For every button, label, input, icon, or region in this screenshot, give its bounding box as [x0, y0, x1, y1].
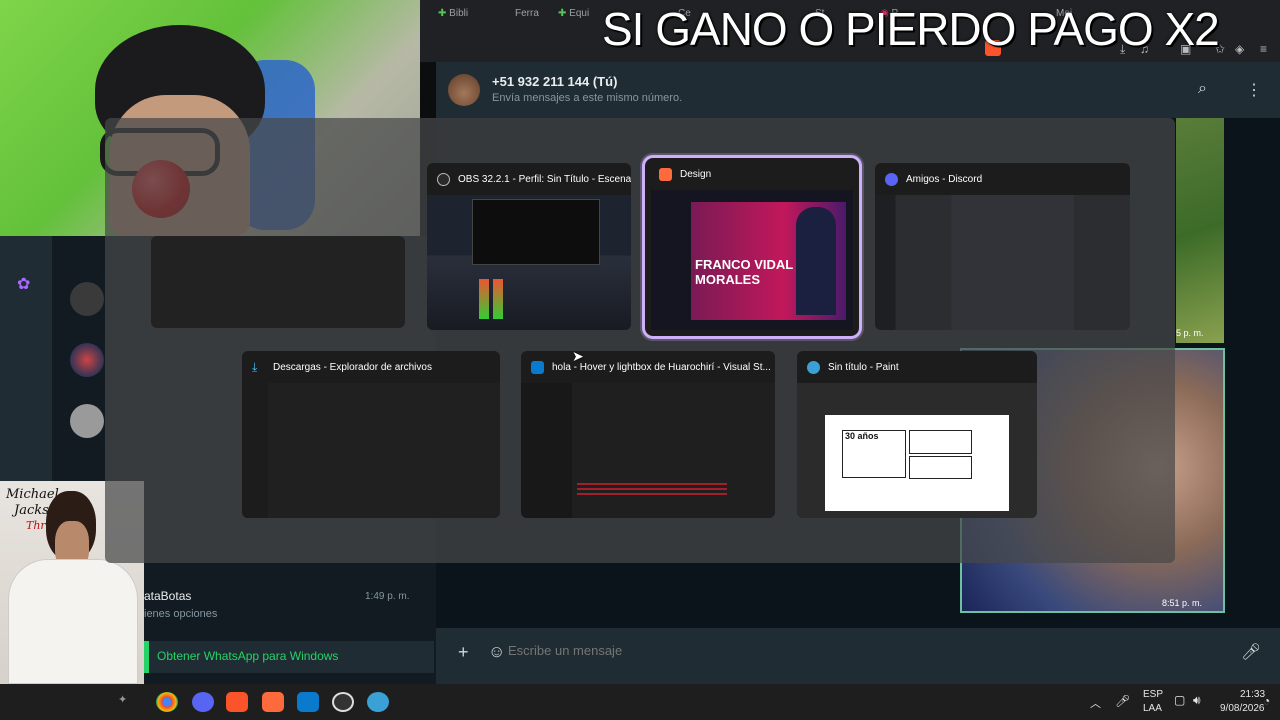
paint-icon[interactable]: [367, 692, 389, 712]
window-card-obs[interactable]: OBS 32.2.1 - Perfil: Sin Título - Escena…: [427, 163, 631, 330]
window-title: Descargas - Explorador de archivos: [273, 361, 432, 373]
obs-preview-scene: [472, 199, 600, 265]
slide-headline: FRANCO VIDAL MORALES: [695, 257, 793, 287]
window-preview: [427, 195, 631, 330]
avatar[interactable]: [70, 282, 104, 316]
chat-header[interactable]: +51 932 211 144 (Tú) Envía mensajes a es…: [436, 62, 1280, 118]
tab-equi[interactable]: ✚ Equi: [558, 8, 589, 26]
window-thumbnail-partial[interactable]: [151, 236, 405, 328]
chat-name[interactable]: ataBotas: [144, 589, 191, 603]
chat-time: 1:49 p. m.: [365, 591, 410, 602]
drawn-rectangle: [909, 456, 972, 479]
canva-icon[interactable]: [262, 692, 284, 712]
window-title: OBS 32.2.1 - Perfil: Sin Título - Escena…: [458, 173, 631, 185]
tab-bibli[interactable]: ✚ Bibli: [438, 8, 468, 26]
language-indicator[interactable]: ESP: [1143, 689, 1163, 700]
clock-date[interactable]: 9/08/2026: [1220, 703, 1265, 714]
chrome-icon[interactable]: [156, 692, 178, 712]
window-caption: hola - Hover y lightbox de Huarochirí - …: [521, 351, 775, 383]
brave-icon[interactable]: [226, 692, 248, 712]
audio-meter: [493, 279, 503, 319]
vscode-icon[interactable]: [297, 692, 319, 712]
notifications-icon[interactable]: ◔: [1263, 694, 1270, 708]
canvas-text: 30 años: [845, 431, 879, 441]
wallet-icon[interactable]: ◈: [1235, 42, 1244, 56]
profile-avatar[interactable]: [448, 74, 480, 106]
network-icon[interactable]: ▢: [1174, 693, 1185, 707]
get-whatsapp-banner[interactable]: Obtener WhatsApp para Windows: [144, 641, 434, 673]
window-caption: Sin título - Paint: [797, 351, 1037, 383]
keyboard-layout[interactable]: LAA: [1143, 703, 1162, 714]
avatar[interactable]: [70, 404, 104, 438]
vscode-icon: [531, 360, 544, 374]
window-preview: FRANCO VIDAL MORALES: [651, 190, 853, 330]
window-preview: [521, 383, 775, 518]
contact-subtitle: Envía mensajes a este mismo número.: [492, 92, 683, 104]
more-options-icon[interactable]: ⋮: [1246, 80, 1262, 100]
message-time: 5 p. m.: [1176, 328, 1204, 338]
search-icon[interactable]: ⌕: [1198, 80, 1207, 98]
window-card-explorer[interactable]: ⤓ Descargas - Explorador de archivos: [242, 351, 500, 518]
drawn-rectangle: [909, 430, 972, 454]
window-card-paint[interactable]: Sin título - Paint 30 años: [797, 351, 1037, 518]
window-title: Sin título - Paint: [828, 361, 899, 373]
window-card-discord[interactable]: Amigos - Discord: [875, 163, 1130, 330]
window-preview: 30 años: [797, 383, 1037, 518]
task-switcher: OBS 32.2.1 - Perfil: Sin Título - Escena…: [105, 118, 1175, 563]
download-folder-icon: ⤓: [252, 359, 258, 374]
window-title: hola - Hover y lightbox de Huarochirí - …: [552, 361, 771, 373]
obs-icon[interactable]: [332, 692, 354, 712]
volume-icon[interactable]: 🔊︎: [1193, 693, 1201, 708]
window-preview: [242, 383, 500, 518]
window-card-design[interactable]: Design FRANCO VIDAL MORALES: [642, 155, 862, 339]
album-script-line1: Michael: [6, 487, 59, 502]
chat-preview: ienes opciones: [144, 608, 218, 620]
emoji-icon[interactable]: ☺: [488, 642, 505, 662]
microphone-icon[interactable]: 🎤︎: [1241, 642, 1261, 662]
paint-icon: [807, 360, 820, 374]
window-card-vscode[interactable]: hola - Hover y lightbox de Huarochirí - …: [521, 351, 775, 518]
video-message-thumbnail[interactable]: [1176, 118, 1224, 343]
widgets-icon[interactable]: ✦: [118, 693, 127, 706]
window-caption: Amigos - Discord: [875, 163, 1130, 195]
mouse-cursor-icon: ➤: [572, 348, 584, 364]
tab-ferra[interactable]: Ferra: [515, 8, 539, 26]
audio-meter: [479, 279, 489, 319]
window-caption: ⤓ Descargas - Explorador de archivos: [242, 351, 500, 383]
meta-ai-icon[interactable]: ✿: [17, 274, 30, 294]
stream-overlay-title: SI GANO O PIERDO PAGO X2: [602, 3, 1220, 55]
white-suit: [8, 559, 138, 684]
slide-canvas: FRANCO VIDAL MORALES: [691, 202, 846, 320]
canva-design-icon: [659, 167, 672, 181]
window-title: Design: [680, 168, 712, 180]
window-caption: Design: [645, 158, 859, 190]
paint-canvas: 30 años: [825, 415, 1009, 511]
message-time: 8:51 p. m.: [1162, 598, 1203, 608]
microphone-icon[interactable]: 🎤︎: [1115, 694, 1130, 708]
taskbar: ✦ ︿ 🎤︎ ESP LAA ▢ 🔊︎ 21:33 9/08/2026 ◔: [0, 684, 1280, 720]
menu-icon[interactable]: ≡: [1260, 42, 1267, 56]
clock-time[interactable]: 21:33: [1240, 689, 1265, 700]
obs-icon: [437, 172, 450, 186]
contact-name: +51 932 211 144 (Tú): [492, 74, 618, 89]
window-caption: OBS 32.2.1 - Perfil: Sin Título - Escena…: [427, 163, 631, 195]
message-input[interactable]: [508, 640, 1232, 662]
window-title: Amigos - Discord: [906, 173, 983, 185]
discord-icon[interactable]: [192, 692, 214, 712]
window-preview: [875, 195, 1130, 330]
discord-icon: [885, 172, 898, 186]
get-whatsapp-link[interactable]: Obtener WhatsApp para Windows: [157, 649, 338, 663]
attach-icon[interactable]: +: [458, 642, 469, 663]
speaker-figure: [796, 207, 836, 315]
terminal-errors: [577, 483, 727, 497]
avatar[interactable]: [70, 343, 104, 377]
chevron-up-icon[interactable]: ︿: [1090, 695, 1101, 711]
